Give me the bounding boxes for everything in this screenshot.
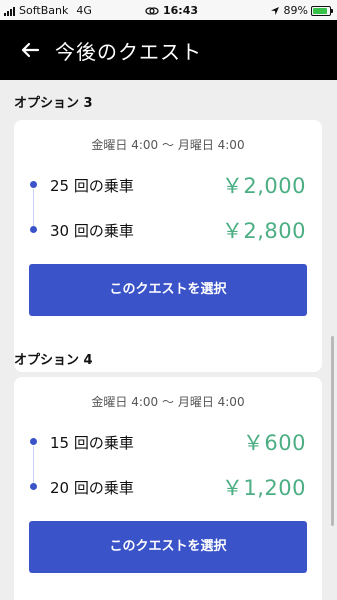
page-title: 今後のクエスト bbox=[55, 40, 202, 64]
battery-icon bbox=[311, 5, 333, 16]
battery-percent: 89% bbox=[283, 4, 308, 17]
arrow-left-icon bbox=[21, 42, 40, 58]
link-icon bbox=[145, 6, 159, 15]
status-center: 16:43 bbox=[145, 4, 198, 17]
clock: 16:43 bbox=[163, 4, 199, 17]
tier-rides: 25 回の乗車 bbox=[50, 177, 134, 195]
tier-dot bbox=[30, 483, 37, 490]
option-3-label: オプション 3 bbox=[14, 96, 93, 111]
tier-rides: 15 回の乗車 bbox=[50, 434, 134, 452]
quest-card-option-4: 金曜日 4:00 〜 月曜日 4:00 15 回の乗車 ￥600 20 回の乗車… bbox=[14, 377, 322, 600]
quest-date-range: 金曜日 4:00 〜 月曜日 4:00 bbox=[91, 395, 245, 409]
network-label: 4G bbox=[76, 4, 92, 17]
tier-dot bbox=[30, 226, 37, 233]
tier-rides: 20 回の乗車 bbox=[50, 479, 134, 497]
select-quest-button[interactable]: このクエストを選択 bbox=[29, 264, 307, 316]
tier-reward: ￥2,800 bbox=[221, 219, 306, 243]
status-left: SoftBank 4G bbox=[4, 4, 92, 17]
tier-dot bbox=[30, 438, 37, 445]
app-header: 今後のクエスト bbox=[0, 20, 337, 80]
tier-row: 20 回の乗車 ￥1,200 bbox=[14, 472, 322, 502]
quest-date-range: 金曜日 4:00 〜 月曜日 4:00 bbox=[91, 138, 245, 152]
option-4-label: オプション 4 bbox=[14, 353, 93, 368]
location-arrow-icon bbox=[270, 6, 279, 15]
tier-reward: ￥1,200 bbox=[221, 476, 306, 500]
tier-reward: ￥2,000 bbox=[221, 174, 306, 198]
back-button[interactable] bbox=[20, 40, 40, 60]
tier-reward: ￥600 bbox=[242, 431, 306, 455]
quest-list[interactable]: オプション 3 金曜日 4:00 〜 月曜日 4:00 25 回の乗車 ￥2,0… bbox=[0, 80, 337, 600]
tier-row: 25 回の乗車 ￥2,000 bbox=[14, 170, 322, 200]
tier-rides: 30 回の乗車 bbox=[50, 222, 134, 240]
tier-row: 30 回の乗車 ￥2,800 bbox=[14, 215, 322, 245]
tier-dot bbox=[30, 181, 37, 188]
battery-fill bbox=[313, 7, 328, 14]
status-right: 89% bbox=[270, 4, 333, 17]
select-quest-button[interactable]: このクエストを選択 bbox=[29, 521, 307, 573]
status-bar: SoftBank 4G 16:43 89% bbox=[0, 0, 337, 20]
scrollbar[interactable] bbox=[331, 336, 334, 526]
carrier-label: SoftBank bbox=[19, 4, 69, 17]
signal-icon bbox=[4, 6, 15, 16]
quest-card-option-3: 金曜日 4:00 〜 月曜日 4:00 25 回の乗車 ￥2,000 30 回の… bbox=[14, 120, 322, 372]
tier-row: 15 回の乗車 ￥600 bbox=[14, 427, 322, 457]
